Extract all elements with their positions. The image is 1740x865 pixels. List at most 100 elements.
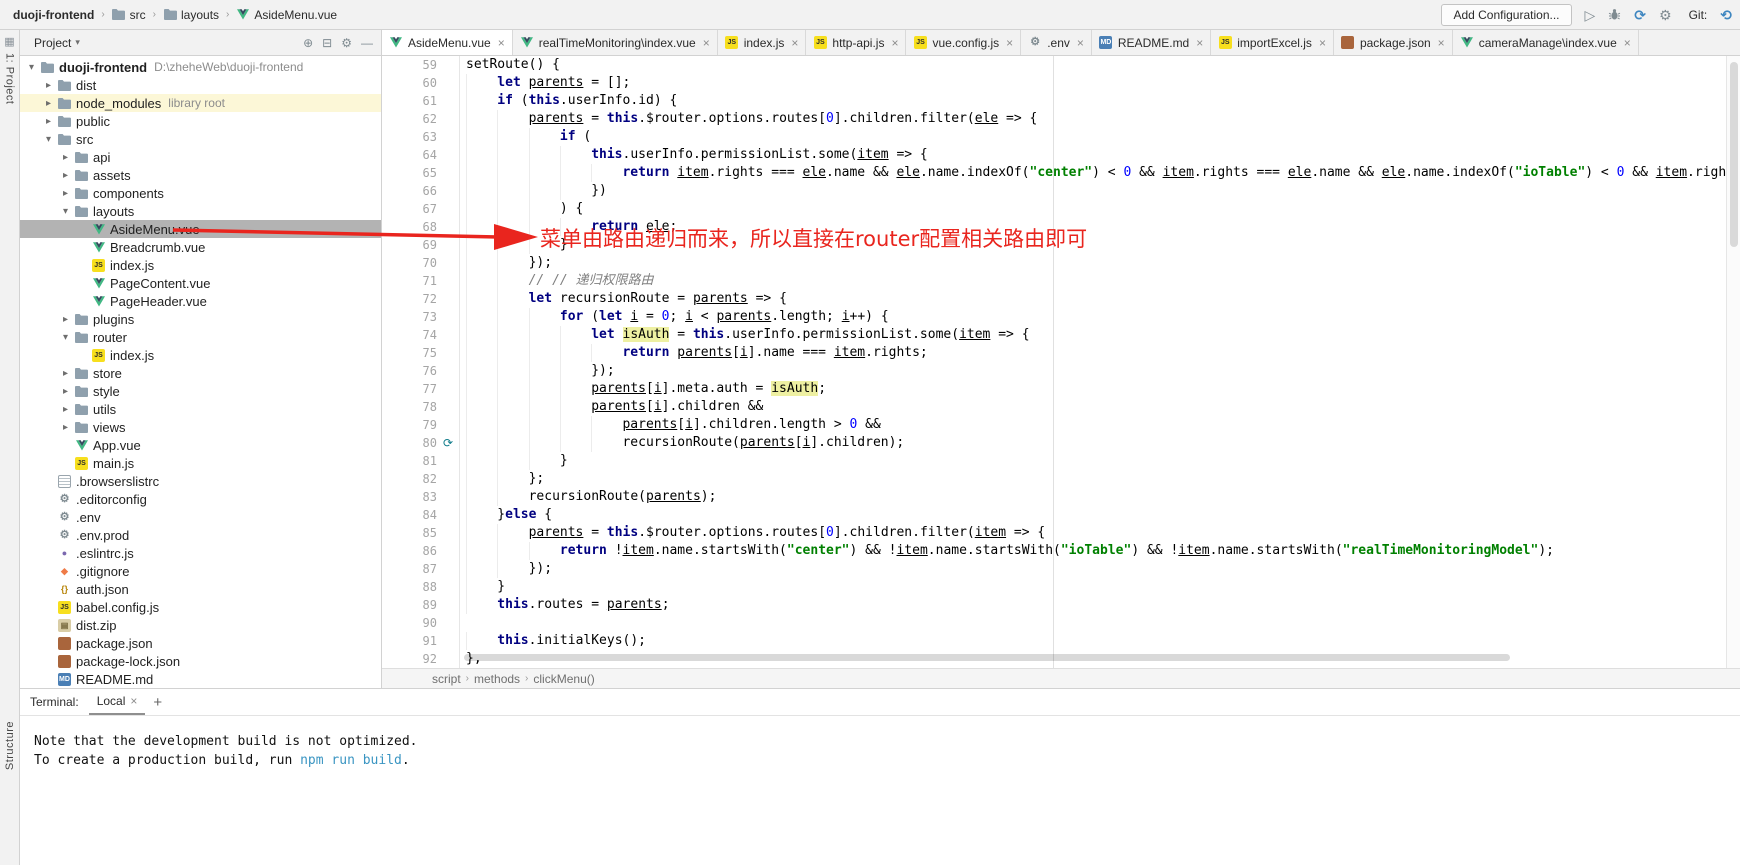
code-line-62[interactable]: parents = this.$router.options.routes[0]… — [466, 110, 1726, 128]
collapse-all-icon[interactable]: ⊟ — [322, 36, 332, 50]
code-line-60[interactable]: let parents = []; — [466, 74, 1726, 92]
code-line-86[interactable]: return !item.name.startsWith("center") &… — [466, 542, 1726, 560]
structure-tool-button[interactable]: Structure — [0, 721, 19, 770]
chevron-down-icon[interactable]: ▾ — [75, 37, 80, 48]
tree-item-env-prod[interactable]: ⚙.env.prod — [20, 526, 381, 544]
breadcrumb-item-src[interactable]: src — [109, 6, 149, 24]
tree-item-gitignore[interactable]: ◆.gitignore — [20, 562, 381, 580]
chevron-down-icon[interactable]: ▾ — [24, 62, 39, 73]
close-icon[interactable]: × — [1077, 36, 1084, 50]
code-line-65[interactable]: return item.rights === ele.name && ele.n… — [466, 164, 1726, 182]
tree-item-router[interactable]: ▾router — [20, 328, 381, 346]
tree-item-pagecontent-vue[interactable]: PageContent.vue — [20, 274, 381, 292]
code-line-70[interactable]: }); — [466, 254, 1726, 272]
run-icon[interactable]: ▷ — [1585, 8, 1596, 22]
tree-item-dist-zip[interactable]: ▤dist.zip — [20, 616, 381, 634]
editor-breadcrumb-item-methods[interactable]: methods — [474, 672, 520, 686]
tab-http-api-js[interactable]: JShttp-api.js× — [806, 30, 906, 55]
tab-cameramanage-index-vue[interactable]: cameraManage\index.vue× — [1453, 30, 1639, 55]
close-icon[interactable]: × — [1624, 36, 1631, 50]
tree-item-app-vue[interactable]: App.vue — [20, 436, 381, 454]
code-line-59[interactable]: setRoute() { — [466, 56, 1726, 74]
code-line-84[interactable]: }else { — [466, 506, 1726, 524]
chevron-right-icon[interactable]: ▸ — [41, 98, 56, 109]
chevron-down-icon[interactable]: ▾ — [41, 134, 56, 145]
close-icon[interactable]: × — [1438, 36, 1445, 50]
code-line-67[interactable]: ) { — [466, 200, 1726, 218]
breadcrumb-item-duoji-frontend[interactable]: duoji-frontend — [10, 6, 97, 24]
settings-icon[interactable]: ⚙ — [1659, 8, 1672, 22]
code-line-76[interactable]: }); — [466, 362, 1726, 380]
project-tool-button[interactable]: ▦ 1: Project — [0, 35, 19, 104]
tree-item-store[interactable]: ▸store — [20, 364, 381, 382]
tree-item-duoji-frontend[interactable]: ▾duoji-frontendD:\zheheWeb\duoji-fronten… — [20, 58, 381, 76]
tree-item-dist[interactable]: ▸dist — [20, 76, 381, 94]
tree-item-breadcrumb-vue[interactable]: Breadcrumb.vue — [20, 238, 381, 256]
code-line-72[interactable]: let recursionRoute = parents => { — [466, 290, 1726, 308]
code-line-82[interactable]: }; — [466, 470, 1726, 488]
tree-item-index-js[interactable]: JSindex.js — [20, 346, 381, 364]
tree-item-node-modules[interactable]: ▸node_moduleslibrary root — [20, 94, 381, 112]
tab-env[interactable]: ⚙.env× — [1021, 30, 1092, 55]
tab-package-json[interactable]: package.json× — [1334, 30, 1453, 55]
code-line-71[interactable]: // // 递归权限路由 — [466, 272, 1726, 290]
code-line-78[interactable]: parents[i].children && — [466, 398, 1726, 416]
code-line-91[interactable]: this.initialKeys(); — [466, 632, 1726, 650]
close-icon[interactable]: × — [791, 36, 798, 50]
tree-item-public[interactable]: ▸public — [20, 112, 381, 130]
editor-breadcrumb-item-clickmenu[interactable]: clickMenu() — [533, 672, 594, 686]
chevron-right-icon[interactable]: ▸ — [58, 368, 73, 379]
chevron-down-icon[interactable]: ▾ — [58, 332, 73, 343]
code-line-89[interactable]: this.routes = parents; — [466, 596, 1726, 614]
close-icon[interactable]: × — [1196, 36, 1203, 50]
terminal-output[interactable]: Note that the development build is not o… — [20, 716, 1740, 865]
project-panel-header[interactable]: Project ▾ ⊕⊟⚙— — [20, 30, 382, 55]
breadcrumb-item-layouts[interactable]: layouts — [160, 6, 222, 24]
editor-breadcrumb-item-script[interactable]: script — [432, 672, 461, 686]
chevron-right-icon[interactable]: ▸ — [58, 314, 73, 325]
code-line-90[interactable] — [466, 614, 1726, 632]
tab-vue-config-js[interactable]: JSvue.config.js× — [906, 30, 1021, 55]
breadcrumb-item-asidemenu-vue[interactable]: AsideMenu.vue — [233, 6, 340, 24]
code-line-87[interactable]: }); — [466, 560, 1726, 578]
code-line-73[interactable]: for (let i = 0; i < parents.length; i++)… — [466, 308, 1726, 326]
tree-item-editorconfig[interactable]: ⚙.editorconfig — [20, 490, 381, 508]
horizontal-scrollbar[interactable] — [464, 654, 1510, 661]
update-project-icon[interactable]: ⟳ — [1634, 8, 1646, 22]
locate-file-icon[interactable]: ⊕ — [303, 36, 313, 50]
tree-item-layouts[interactable]: ▾layouts — [20, 202, 381, 220]
close-icon[interactable]: × — [1319, 36, 1326, 50]
tree-item-index-js[interactable]: JSindex.js — [20, 256, 381, 274]
tree-item-components[interactable]: ▸components — [20, 184, 381, 202]
chevron-right-icon[interactable]: ▸ — [58, 152, 73, 163]
chevron-right-icon[interactable]: ▸ — [41, 80, 56, 91]
code-line-74[interactable]: let isAuth = this.userInfo.permissionLis… — [466, 326, 1726, 344]
code-line-61[interactable]: if (this.userInfo.id) { — [466, 92, 1726, 110]
tree-item-babel-config-js[interactable]: JSbabel.config.js — [20, 598, 381, 616]
add-terminal-icon[interactable]: + — [153, 695, 162, 709]
tree-item-api[interactable]: ▸api — [20, 148, 381, 166]
tree-item-auth-json[interactable]: {}auth.json — [20, 580, 381, 598]
tree-item-src[interactable]: ▾src — [20, 130, 381, 148]
close-icon[interactable]: × — [703, 36, 710, 50]
tree-item-assets[interactable]: ▸assets — [20, 166, 381, 184]
hide-panel-icon[interactable]: — — [361, 36, 373, 50]
tab-asidemenu-vue[interactable]: AsideMenu.vue× — [382, 30, 513, 55]
code-line-66[interactable]: }) — [466, 182, 1726, 200]
code-line-83[interactable]: recursionRoute(parents); — [466, 488, 1726, 506]
code-line-77[interactable]: parents[i].meta.auth = isAuth; — [466, 380, 1726, 398]
tree-item-asidemenu-vue[interactable]: AsideMenu.vue — [20, 220, 381, 238]
tree-item-pageheader-vue[interactable]: PageHeader.vue — [20, 292, 381, 310]
refresh-icon[interactable]: ⟲ — [1720, 8, 1732, 22]
chevron-right-icon[interactable]: ▸ — [58, 422, 73, 433]
chevron-down-icon[interactable]: ▾ — [58, 206, 73, 217]
chevron-right-icon[interactable]: ▸ — [58, 404, 73, 415]
code-line-80[interactable]: recursionRoute(parents[i].children); — [466, 434, 1726, 452]
tree-item-package-lock-json[interactable]: package-lock.json — [20, 652, 381, 670]
tree-item-views[interactable]: ▸views — [20, 418, 381, 436]
tab-importexcel-js[interactable]: JSimportExcel.js× — [1211, 30, 1334, 55]
code-line-85[interactable]: parents = this.$router.options.routes[0]… — [466, 524, 1726, 542]
close-icon[interactable]: × — [498, 36, 505, 50]
debug-icon[interactable] — [1608, 8, 1621, 22]
code-line-81[interactable]: } — [466, 452, 1726, 470]
